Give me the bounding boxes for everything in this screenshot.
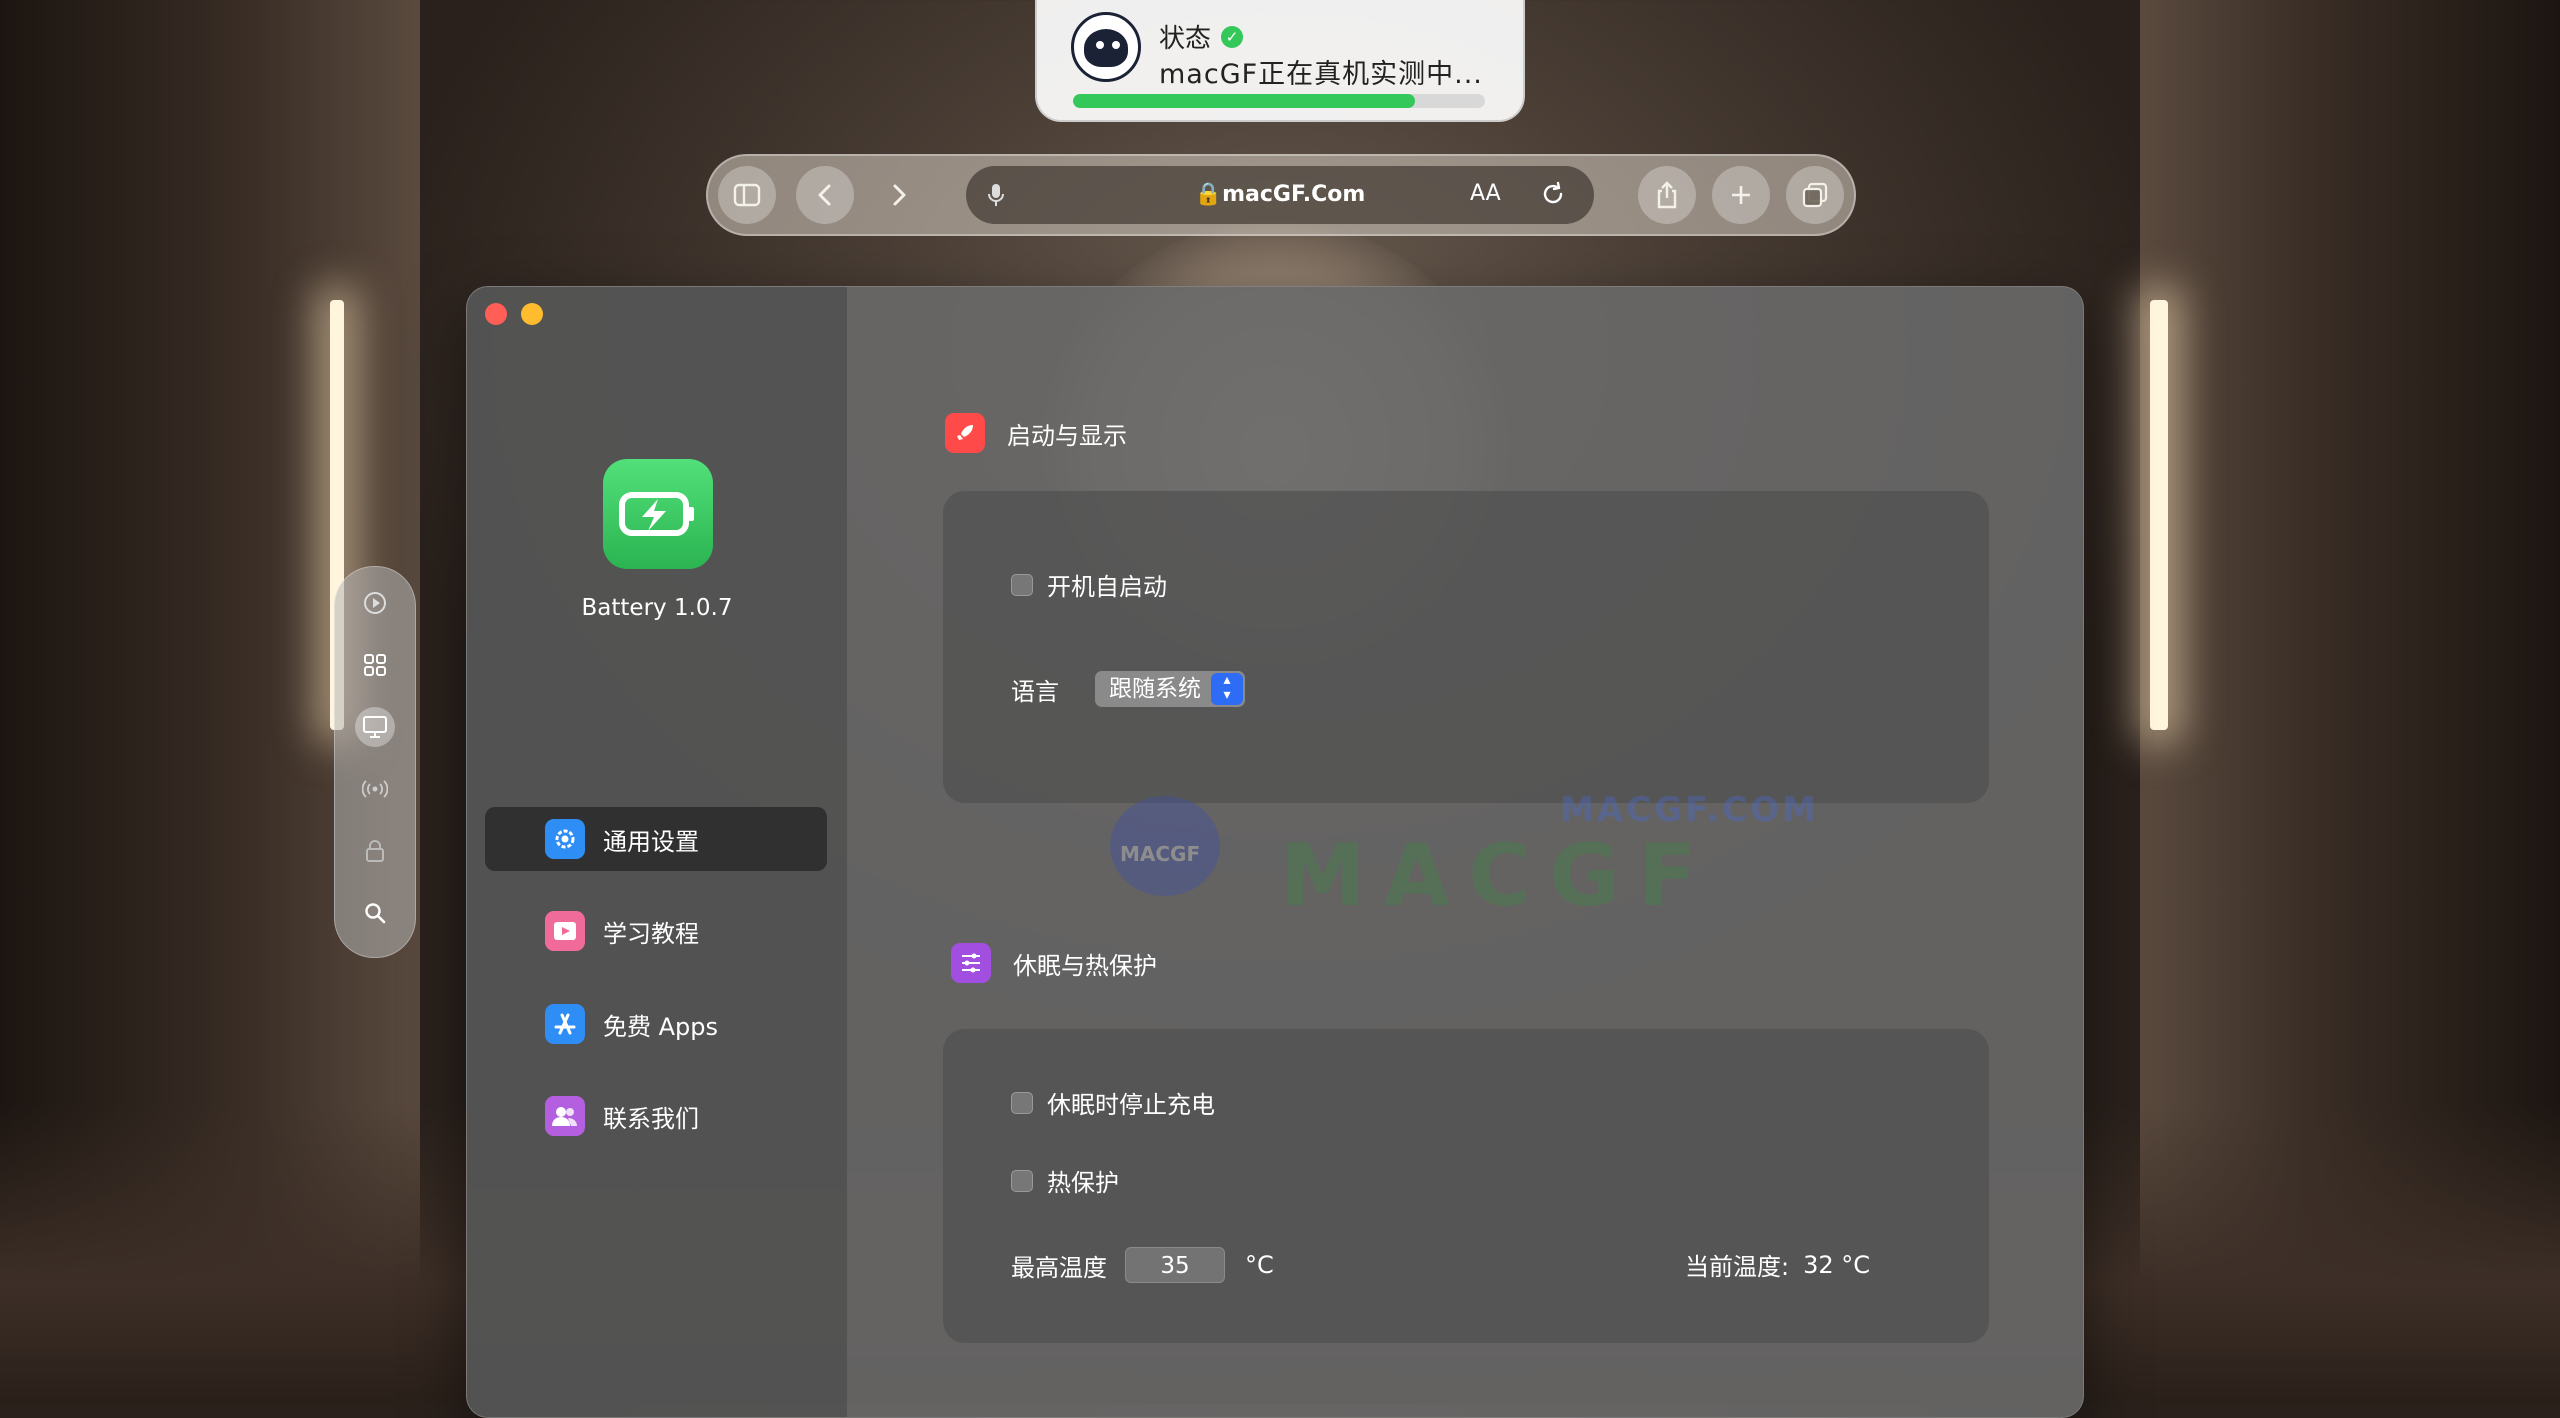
status-progress-fill	[1073, 94, 1415, 108]
current-temp-row: 当前温度: 32 °C	[1685, 1250, 1871, 1282]
watermark: MACGF.COM MACGF MACGF	[1100, 780, 1820, 926]
status-title: 状态 ✓	[1159, 18, 1244, 55]
back-button[interactable]	[796, 166, 854, 224]
macgf-avatar-icon	[1071, 12, 1141, 82]
floating-dock	[334, 566, 416, 958]
video-icon	[545, 911, 585, 951]
thermal-protect-row[interactable]: 热保护	[1011, 1163, 1119, 1198]
new-tab-button[interactable]	[1712, 166, 1770, 224]
lock-icon[interactable]	[355, 831, 395, 871]
reload-icon[interactable]	[1540, 181, 1566, 207]
sidebar: Battery 1.0.7 通用设置 学习教程 免费 Apps 联系我们	[467, 287, 847, 1417]
people-icon	[545, 1096, 585, 1136]
startup-card: 开机自启动 语言 跟随系统 ▴ ▾	[943, 491, 1989, 803]
status-message: macGF正在真机实测中...	[1159, 59, 1483, 90]
chevron-updown-icon: ▴ ▾	[1211, 673, 1243, 705]
chevron-left-icon	[818, 184, 831, 206]
sidebar-icon	[733, 183, 761, 207]
monitor-icon[interactable]	[355, 707, 395, 747]
play-icon[interactable]	[355, 583, 395, 623]
sidebar-item-contact[interactable]: 联系我们	[485, 1084, 827, 1148]
launch-at-login-row[interactable]: 开机自启动	[1011, 567, 1167, 602]
forward-button[interactable]	[870, 166, 928, 224]
check-icon: ✓	[1221, 25, 1244, 48]
share-button[interactable]	[1638, 166, 1696, 224]
status-progress-bar	[1073, 94, 1485, 108]
minimize-button[interactable]	[521, 303, 543, 325]
wall-lamp-right	[2150, 300, 2168, 730]
search-icon[interactable]	[355, 893, 395, 933]
sidebar-item-tutorials[interactable]: 学习教程	[485, 899, 827, 963]
gear-icon	[545, 819, 585, 859]
sidebar-toggle-button[interactable]	[718, 166, 776, 224]
status-notification: 状态 ✓ macGF正在真机实测中...	[1035, 0, 1525, 122]
language-select[interactable]: 跟随系统 ▴ ▾	[1095, 671, 1245, 707]
text-size-button[interactable]: AA	[1470, 181, 1501, 206]
app-name: Battery 1.0.7	[581, 595, 733, 621]
stop-charge-sleep-checkbox[interactable]	[1011, 1091, 1033, 1114]
lock-icon: 🔒	[1194, 182, 1223, 207]
stop-charge-sleep-row[interactable]: 休眠时停止充电	[1011, 1085, 1215, 1120]
thermal-protect-checkbox[interactable]	[1011, 1169, 1033, 1192]
broadcast-icon[interactable]	[355, 769, 395, 809]
address-bar[interactable]: 🔒macGF.Com AA	[966, 166, 1594, 224]
sliders-icon	[951, 943, 991, 983]
close-button[interactable]	[485, 303, 507, 325]
sleep-card: 休眠时停止充电 热保护 最高温度 35 °C 当前温度: 32 °C	[943, 1029, 1989, 1343]
sidebar-item-general[interactable]: 通用设置	[485, 807, 827, 871]
battery-charging-icon	[603, 459, 713, 569]
plus-icon	[1732, 186, 1750, 204]
max-temp-row: 最高温度 35 °C	[1011, 1247, 1274, 1283]
section-sleep-header: 休眠与热保护	[951, 943, 1157, 983]
share-icon	[1657, 181, 1677, 209]
tab-overview-button[interactable]	[1786, 166, 1844, 224]
chevron-right-icon	[893, 184, 906, 206]
grid-icon[interactable]	[355, 645, 395, 685]
language-row: 语言 跟随系统 ▴ ▾	[1011, 671, 1245, 707]
max-temp-input[interactable]: 35	[1125, 1247, 1225, 1283]
app-store-icon	[545, 1004, 585, 1044]
tabs-icon	[1802, 182, 1828, 208]
sidebar-item-free-apps[interactable]: 免费 Apps	[485, 992, 827, 1056]
section-startup-header: 启动与显示	[945, 413, 1127, 453]
launch-at-login-checkbox[interactable]	[1011, 573, 1033, 596]
rocket-icon	[945, 413, 985, 453]
browser-toolbar: 🔒macGF.Com AA	[706, 154, 1856, 236]
